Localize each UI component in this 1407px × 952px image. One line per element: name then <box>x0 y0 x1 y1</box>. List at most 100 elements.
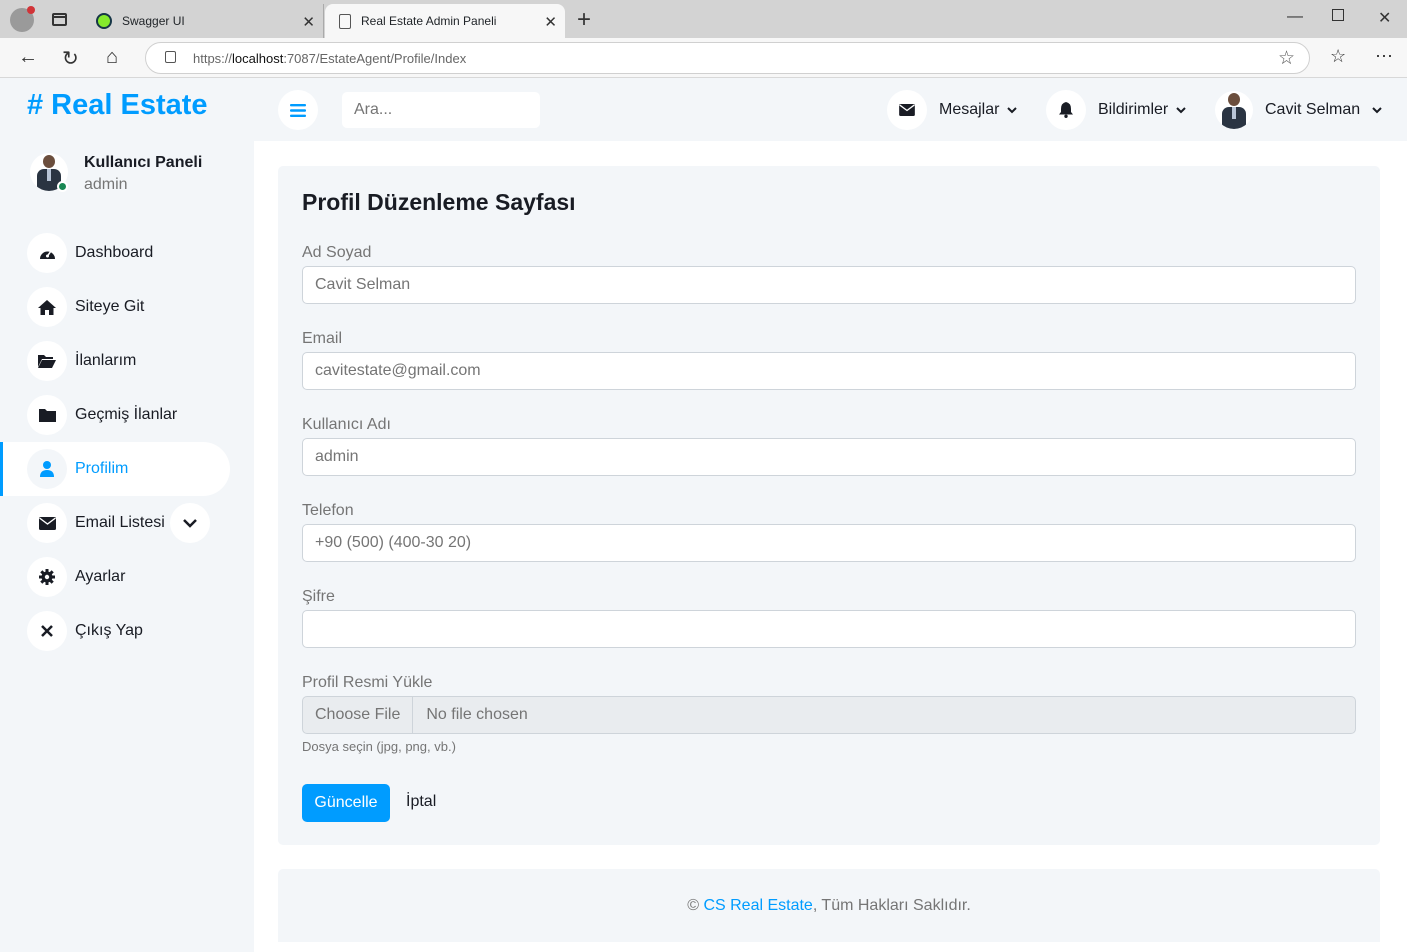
field-email: Email cavitestate@gmail.com <box>302 330 1356 390</box>
sidebar-item-label: Geçmiş İlanlar <box>75 406 178 423</box>
top-navbar: Mesajlar Bildirimler Cavit Selman <box>254 79 1407 141</box>
sidebar-item-profilim[interactable]: Profilim <box>0 442 230 496</box>
folder-icon <box>27 395 67 435</box>
search-input[interactable] <box>342 92 540 128</box>
tab-title: Real Estate Admin Paneli <box>361 14 497 28</box>
chevron-down-icon <box>1176 103 1186 117</box>
envelope-icon <box>887 90 927 130</box>
close-tab-icon[interactable]: ✕ <box>544 13 557 31</box>
user-icon <box>27 449 67 489</box>
sidebar-item-ilanlarim[interactable]: İlanlarım <box>0 334 254 388</box>
folder-open-icon <box>27 341 67 381</box>
footer-brand-link[interactable]: CS Real Estate <box>703 897 812 915</box>
password-input[interactable] <box>302 610 1356 648</box>
field-label: Telefon <box>302 502 354 519</box>
main-content: Profil Düzenleme Sayfası Ad Soyad Cavit … <box>254 141 1407 952</box>
page-icon <box>339 13 351 29</box>
name-input[interactable]: Cavit Selman <box>302 266 1356 304</box>
browser-tab-admin[interactable]: Real Estate Admin Paneli ✕ <box>325 4 565 38</box>
sidebar-item-label: Email Listesi <box>75 514 165 531</box>
field-profil-resmi: Profil Resmi Yükle Choose File No file c… <box>302 674 1356 754</box>
minimize-icon[interactable]: — <box>1287 8 1303 26</box>
home-icon[interactable]: ⌂ <box>106 46 118 69</box>
lock-icon <box>165 51 176 63</box>
notifications-dropdown[interactable]: Bildirimler <box>1046 90 1186 130</box>
address-bar: ← ↻ ⌂ https://localhost:7087/EstateAgent… <box>0 38 1407 78</box>
user-name: Cavit Selman <box>1265 101 1361 118</box>
chevron-down-icon <box>1372 103 1382 117</box>
online-status-dot <box>57 181 68 192</box>
footer-rights-text: , Tüm Hakları Saklıdır. <box>812 896 971 914</box>
back-icon[interactable]: ← <box>18 46 38 69</box>
messages-label: Mesajlar <box>939 101 1000 118</box>
phone-input[interactable]: +90 (500) (400-30 20) <box>302 524 1356 562</box>
new-tab-icon[interactable]: + <box>577 6 591 34</box>
field-label: Ad Soyad <box>302 244 372 261</box>
reload-icon[interactable]: ↻ <box>62 46 79 71</box>
sidebar-item-ayarlar[interactable]: Ayarlar <box>0 550 254 604</box>
page-title: Profil Düzenleme Sayfası <box>302 189 576 215</box>
sidebar-item-gecmis-ilanlar[interactable]: Geçmiş İlanlar <box>0 388 254 442</box>
tab-actions-icon[interactable] <box>52 13 67 26</box>
envelope-icon <box>27 503 67 543</box>
gauge-icon <box>27 233 67 273</box>
field-label: Kullanıcı Adı <box>302 416 391 433</box>
email-input[interactable]: cavitestate@gmail.com <box>302 352 1356 390</box>
sidebar-item-cikis-yap[interactable]: Çıkış Yap <box>0 604 254 658</box>
copyright-symbol: © <box>687 896 699 914</box>
url-field[interactable]: https://localhost:7087/EstateAgent/Profi… <box>145 42 1310 74</box>
field-ad-soyad: Ad Soyad Cavit Selman <box>302 244 1356 304</box>
more-icon[interactable]: ⋯ <box>1375 46 1393 67</box>
notifications-label: Bildirimler <box>1098 101 1169 118</box>
sidebar-item-label: Profilim <box>75 460 129 477</box>
browser-profile-icon[interactable] <box>10 6 35 32</box>
sidebar: # Real Estate Kullanıcı Paneli admin Das… <box>0 79 254 952</box>
username-input[interactable]: admin <box>302 438 1356 476</box>
favorite-star-icon[interactable]: ☆ <box>1278 47 1295 70</box>
field-label: Email <box>302 330 343 347</box>
close-window-icon[interactable]: ✕ <box>1378 8 1391 28</box>
user-panel-title: Kullanıcı Paneli <box>84 154 203 171</box>
field-label: Şifre <box>302 588 335 605</box>
file-status: No file chosen <box>426 706 528 723</box>
close-icon <box>27 611 67 651</box>
swagger-icon <box>96 13 112 29</box>
sidebar-item-label: Çıkış Yap <box>75 622 143 639</box>
footer: © CS Real Estate, Tüm Hakları Saklıdır. <box>278 869 1380 942</box>
choose-file-button[interactable]: Choose File <box>303 697 414 733</box>
field-telefon: Telefon +90 (500) (400-30 20) <box>302 502 1356 562</box>
messages-dropdown[interactable]: Mesajlar <box>887 90 1018 130</box>
sidebar-item-email-listesi[interactable]: Email Listesi <box>0 496 254 550</box>
file-upload-input[interactable]: Choose File No file chosen <box>302 696 1356 734</box>
avatar <box>1215 91 1253 129</box>
sidebar-item-label: İlanlarım <box>75 352 137 369</box>
close-tab-icon[interactable]: ✕ <box>302 13 315 31</box>
user-role: admin <box>84 176 128 193</box>
file-help-text: Dosya seçin (jpg, png, vb.) <box>302 739 456 754</box>
home-icon <box>27 287 67 327</box>
url-text: https://localhost:7087/EstateAgent/Profi… <box>193 51 467 66</box>
sidebar-item-dashboard[interactable]: Dashboard <box>0 226 254 280</box>
hamburger-menu-icon[interactable] <box>278 90 318 130</box>
field-label: Profil Resmi Yükle <box>302 674 433 691</box>
chevron-down-icon[interactable] <box>170 503 210 543</box>
sidebar-item-label: Dashboard <box>75 244 154 261</box>
brand-logo[interactable]: # Real Estate <box>27 89 208 122</box>
sidebar-item-label: Siteye Git <box>75 298 145 315</box>
field-sifre: Şifre <box>302 588 1356 648</box>
profile-form-card: Profil Düzenleme Sayfası Ad Soyad Cavit … <box>278 166 1380 845</box>
sidebar-item-siteye-git[interactable]: Siteye Git <box>0 280 254 334</box>
user-dropdown[interactable]: Cavit Selman <box>1215 90 1382 130</box>
sidebar-menu: Dashboard Siteye Git İlanlarım Geçmiş İl… <box>0 226 254 658</box>
chevron-down-icon <box>1007 103 1018 117</box>
cancel-link[interactable]: İptal <box>406 793 436 811</box>
tab-title: Swagger UI <box>122 14 185 28</box>
field-kullanici-adi: Kullanıcı Adı admin <box>302 416 1356 476</box>
browser-tab-bar: Swagger UI ✕ Real Estate Admin Paneli ✕ … <box>0 0 1407 38</box>
update-button[interactable]: Güncelle <box>302 784 390 822</box>
favorites-icon[interactable]: ☆ <box>1330 46 1346 67</box>
bell-icon <box>1046 90 1086 130</box>
sidebar-item-label: Ayarlar <box>75 568 126 585</box>
browser-tab-swagger[interactable]: Swagger UI ✕ <box>84 4 324 38</box>
maximize-icon[interactable] <box>1332 9 1344 21</box>
